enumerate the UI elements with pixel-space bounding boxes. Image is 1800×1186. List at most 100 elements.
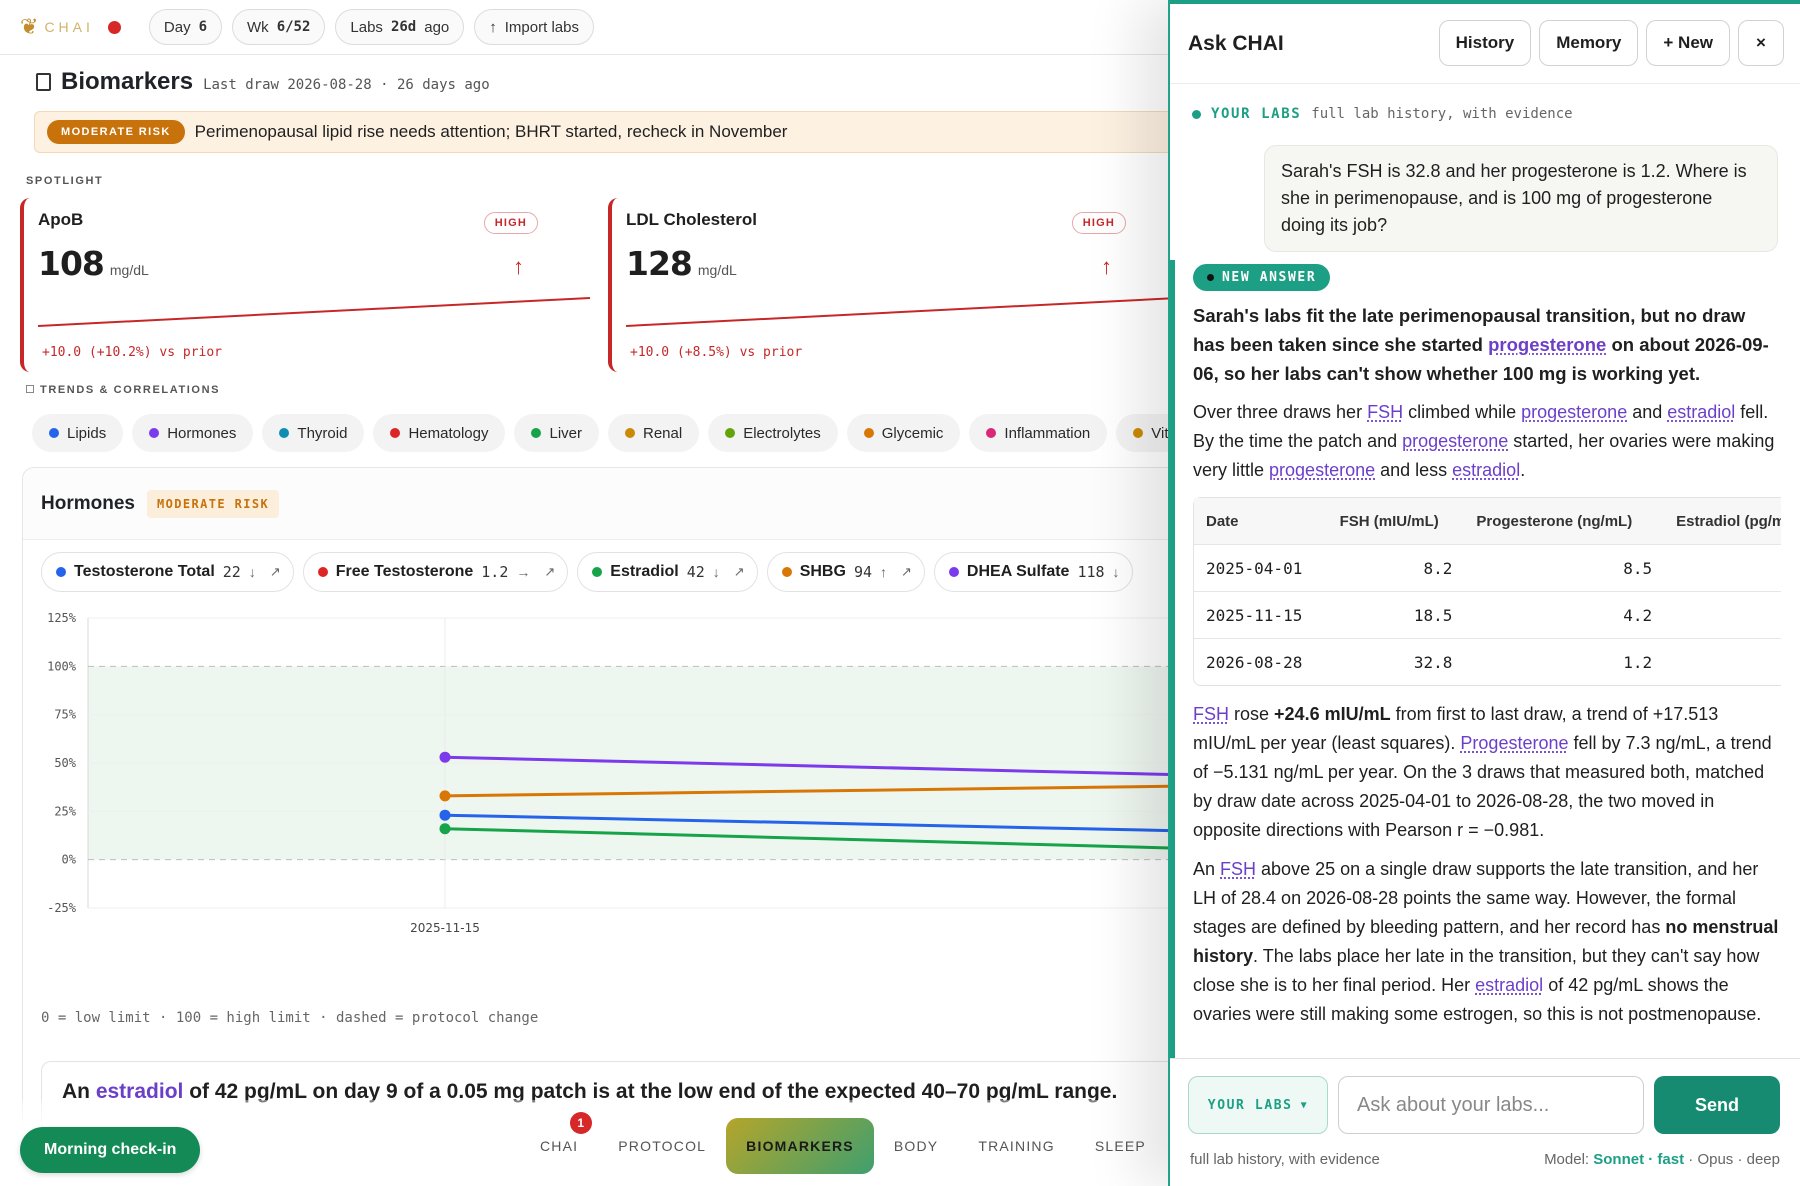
new-chat-button[interactable]: + New [1646, 20, 1730, 66]
y-tick-label: 100% [47, 659, 77, 673]
chip-vitamins[interactable]: Vitam [1116, 414, 1170, 452]
model-alternative[interactable]: · Opus · deep [1688, 1151, 1780, 1168]
open-external-icon[interactable]: ↗ [544, 564, 555, 580]
marker-value: 42 [687, 563, 705, 581]
term-link[interactable]: progesterone [1269, 460, 1375, 480]
col-progesterone: Progesterone (ng/mL) [1464, 498, 1664, 544]
chip-dot [986, 428, 996, 438]
open-external-icon[interactable]: ↗ [734, 564, 745, 580]
term-link[interactable]: Progesterone [1460, 733, 1568, 753]
series-point [440, 810, 451, 821]
marker-dot [318, 567, 328, 577]
nav-label: BIOMARKERS [746, 1138, 854, 1154]
logo[interactable]: ❦ CHAI [20, 14, 121, 40]
morning-checkin-button[interactable]: Morning check-in [20, 1127, 200, 1173]
marker-estradiol[interactable]: Estradiol 42 ↓ ↗ [577, 552, 757, 592]
term-link[interactable]: progesterone [1402, 431, 1508, 451]
metric-unit: mg/dL [698, 262, 737, 278]
history-button[interactable]: History [1439, 20, 1532, 66]
model-selector[interactable]: Model: Sonnet · fast · Opus · deep [1544, 1151, 1780, 1168]
chip-thyroid[interactable]: Thyroid [262, 414, 364, 452]
nav-biomarkers[interactable]: BIOMARKERS [726, 1118, 874, 1174]
chip-renal[interactable]: Renal [608, 414, 699, 452]
chip-label: Hematology [408, 425, 488, 442]
cell: 3 [1664, 591, 1781, 638]
table-row: 2025-11-15 18.5 4.2 3 [1194, 591, 1781, 638]
apob-sparkline [38, 290, 604, 330]
nav-chai[interactable]: CHAI 1 [520, 1118, 598, 1174]
marker-chips: Testosterone Total 22 ↓ ↗ Free Testoster… [41, 552, 1133, 592]
close-icon[interactable]: × [1738, 20, 1784, 66]
chip-dot [49, 428, 59, 438]
day-pill[interactable]: Day 6 [149, 9, 222, 45]
spotlight-card-ldl[interactable]: LDL Cholesterol HIGH 128 mg/dL ↑ +10.0 (… [608, 198, 1170, 372]
marker-name: SHBG [800, 563, 846, 581]
series-point [440, 823, 451, 834]
memory-button[interactable]: Memory [1539, 20, 1638, 66]
term-link[interactable]: FSH [1220, 859, 1256, 879]
nav-body[interactable]: BODY [874, 1118, 958, 1174]
spotlight-label: SPOTLIGHT [26, 175, 103, 187]
spotlight-card-apob[interactable]: ApoB HIGH 108 mg/dL ↑ +10.0 (+10.2%) vs … [20, 198, 590, 372]
nav-protocol[interactable]: PROTOCOL [598, 1118, 726, 1174]
trends-label-text: TRENDS & CORRELATIONS [40, 384, 220, 396]
chart-legend-note: 0 = low limit · 100 = high limit · dashe… [41, 1010, 538, 1026]
chip-hormones[interactable]: Hormones [132, 414, 253, 452]
trend-arrow-icon: ↓ [249, 564, 256, 580]
term-link[interactable]: estradiol [1475, 975, 1543, 995]
open-external-icon[interactable]: ↗ [270, 564, 281, 580]
labs-suffix: ago [424, 19, 449, 36]
risk-banner[interactable]: MODERATE RISK Perimenopausal lipid rise … [34, 111, 1170, 153]
marker-free-testosterone[interactable]: Free Testosterone 1.2 → ↗ [303, 552, 569, 592]
marker-dhea-sulfate[interactable]: DHEA Sulfate 118 ↓ [934, 552, 1133, 592]
trend-arrow-icon: → [516, 564, 530, 580]
nav-training[interactable]: TRAINING [958, 1118, 1075, 1174]
marker-value: 94 [854, 563, 872, 581]
chip-lipids[interactable]: Lipids [32, 414, 123, 452]
import-labs-button[interactable]: ↑ Import labs [474, 9, 594, 45]
chip-inflammation[interactable]: Inflammation [969, 414, 1107, 452]
marker-shbg[interactable]: SHBG 94 ↑ ↗ [767, 552, 925, 592]
col-fsh: FSH (mIU/mL) [1328, 498, 1465, 544]
term-link[interactable]: FSH [1367, 402, 1403, 422]
nav-sleep[interactable]: SLEEP [1075, 1118, 1166, 1174]
chip-hematology[interactable]: Hematology [373, 414, 505, 452]
chip-dot [625, 428, 635, 438]
top-bar: ❦ CHAI Day 6 Wk 6/52 Labs 26d ago ↑ Impo… [0, 0, 1170, 55]
ask-input[interactable] [1338, 1076, 1644, 1134]
marker-value: 1.2 [481, 563, 508, 581]
hormones-trend-chart[interactable]: 125% 100% 75% 50% 25% 0% -25% 2025-11-15 [23, 608, 1170, 1008]
chip-glycemic[interactable]: Glycemic [847, 414, 961, 452]
model-label: Model: [1544, 1151, 1589, 1168]
chip-dot [390, 428, 400, 438]
chip-liver[interactable]: Liver [514, 414, 599, 452]
model-selected[interactable]: Sonnet · fast [1593, 1151, 1684, 1168]
y-tick-label: -25% [47, 901, 77, 915]
y-tick-label: 75% [54, 708, 76, 722]
term-link[interactable]: progesterone [1521, 402, 1627, 422]
ldl-sparkline [626, 290, 1170, 330]
open-external-icon[interactable]: ↗ [901, 564, 912, 580]
marker-testosterone-total[interactable]: Testosterone Total 22 ↓ ↗ [41, 552, 294, 592]
chip-label: Electrolytes [743, 425, 821, 442]
chip-electrolytes[interactable]: Electrolytes [708, 414, 838, 452]
high-badge: HIGH [1072, 212, 1126, 234]
scope-dropdown[interactable]: YOUR LABS ▼ [1188, 1076, 1328, 1134]
chip-label: Inflammation [1004, 425, 1090, 442]
composer-footer: full lab history, with evidence Model: S… [1190, 1151, 1780, 1168]
term-link[interactable]: FSH [1193, 704, 1229, 724]
category-chips: Lipids Hormones Thyroid Hematology Liver… [32, 414, 1170, 452]
term-link[interactable]: estradiol [1667, 402, 1735, 422]
nav-label: TRAINING [978, 1138, 1055, 1154]
term-link[interactable]: progesterone [1488, 334, 1606, 355]
marker-dot [56, 567, 66, 577]
x-tick-label: 2025-11-15 [410, 921, 480, 935]
labs-pill[interactable]: Labs 26d ago [335, 9, 464, 45]
chip-dot [149, 428, 159, 438]
cell: 2026-08-28 [1194, 638, 1328, 685]
term-link[interactable]: estradiol [1452, 460, 1520, 480]
week-pill[interactable]: Wk 6/52 [232, 9, 325, 45]
assistant-answer: NEW ANSWER Sarah's labs fit the late per… [1170, 260, 1800, 1060]
send-button[interactable]: Send [1654, 1076, 1780, 1134]
cell: 14 [1664, 544, 1781, 591]
